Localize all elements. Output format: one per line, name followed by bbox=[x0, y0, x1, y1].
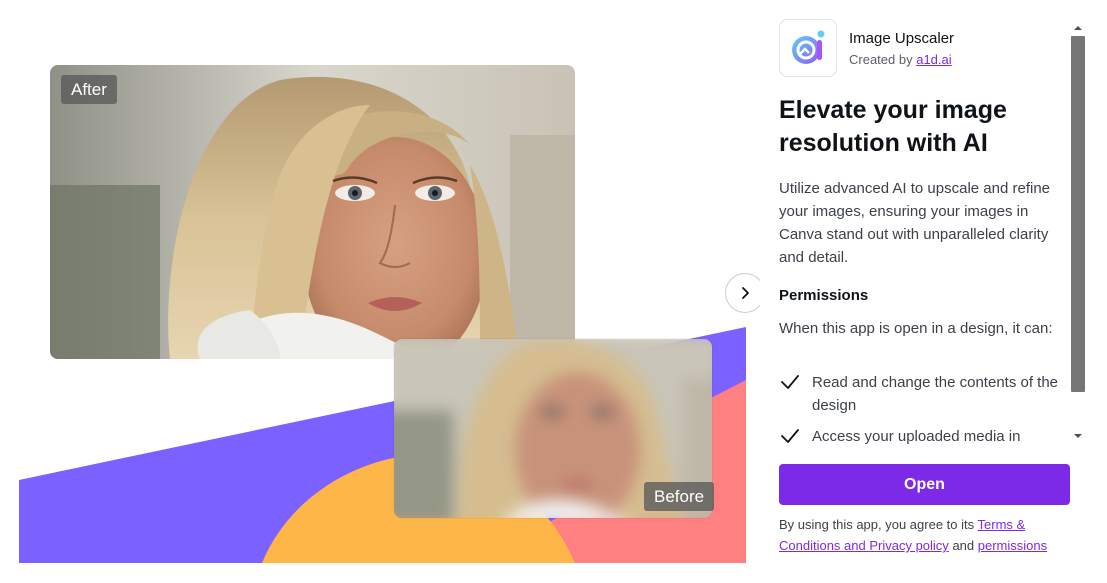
next-preview-button[interactable] bbox=[725, 273, 760, 313]
scroll-down-arrow-icon[interactable] bbox=[1072, 432, 1084, 440]
permission-item: Access your uploaded media in bbox=[779, 425, 1064, 448]
checkmark-icon bbox=[781, 375, 799, 389]
permissions-intro: When this app is open in a design, it ca… bbox=[779, 320, 1053, 337]
app-headline: Elevate your image resolution with AI bbox=[779, 96, 1007, 157]
checkmark-icon bbox=[781, 429, 799, 443]
permissions-link[interactable]: permissions bbox=[978, 538, 1047, 553]
app-creator: Created by a1d.ai bbox=[849, 52, 952, 67]
before-label: Before bbox=[644, 482, 715, 511]
legal-and: and bbox=[952, 538, 975, 553]
permission-text: Read and change the contents of the desi… bbox=[812, 374, 1059, 414]
preview-showcase: After Before bbox=[0, 0, 760, 583]
after-image bbox=[50, 65, 575, 359]
permissions-title: Permissions bbox=[779, 287, 869, 304]
creator-link[interactable]: a1d.ai bbox=[916, 52, 951, 67]
created-by-text: Created by bbox=[849, 52, 913, 67]
app-logo-icon bbox=[779, 19, 837, 77]
app-name: Image Upscaler bbox=[849, 30, 955, 47]
scroll-up-arrow-icon[interactable] bbox=[1072, 24, 1084, 32]
app-description: Utilize advanced AI to upscale and refin… bbox=[779, 180, 1051, 266]
permission-item: Read and change the contents of the desi… bbox=[779, 371, 1064, 417]
legal-notice: By using this app, you agree to its Term… bbox=[779, 514, 1079, 556]
open-button[interactable]: Open bbox=[779, 464, 1070, 505]
scrollbar-thumb[interactable] bbox=[1071, 36, 1085, 392]
permission-text: Access your uploaded media in bbox=[812, 428, 1021, 445]
after-label: After bbox=[61, 75, 117, 104]
legal-prefix: By using this app, you agree to its bbox=[779, 517, 975, 532]
chevron-right-icon bbox=[742, 287, 749, 299]
